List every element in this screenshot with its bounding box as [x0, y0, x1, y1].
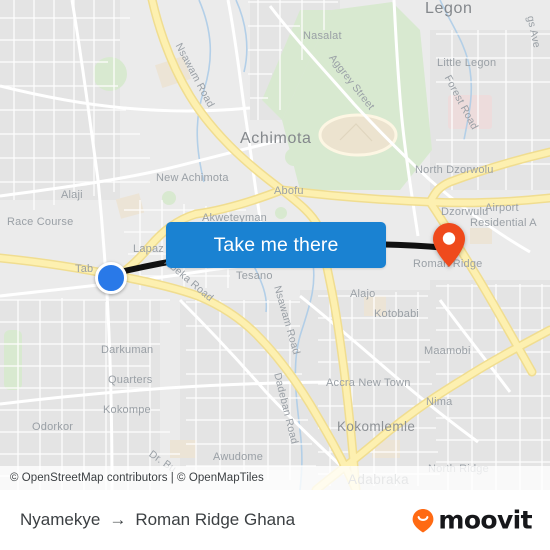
route-title: Nyamekye → Roman Ridge Ghana [0, 510, 295, 530]
take-me-there-button[interactable]: Take me there [166, 222, 386, 268]
route-arrow-icon: → [109, 510, 127, 529]
moovit-wordmark: moovit [438, 505, 532, 535]
map-attribution-text[interactable]: © OpenStreetMap contributors | © OpenMap… [0, 472, 264, 484]
moovit-pin-smile-icon [412, 508, 434, 532]
map-attribution-bar: © OpenStreetMap contributors | © OpenMap… [0, 466, 550, 490]
route-origin-label: Nyamekye [20, 510, 101, 529]
map-canvas[interactable]: Legon Nasalat Little Legon Achimota North Dz… [0, 0, 550, 490]
destination-pin-icon [433, 223, 465, 267]
moovit-trip-map-screen: Legon Nasalat Little Legon Achimota North Dz… [0, 0, 550, 550]
footer-bar: Nyamekye → Roman Ridge Ghana moovit [0, 490, 550, 550]
moovit-logo[interactable]: moovit [410, 505, 533, 535]
origin-marker[interactable] [95, 262, 127, 294]
route-destination-label: Roman Ridge Ghana [135, 510, 296, 529]
